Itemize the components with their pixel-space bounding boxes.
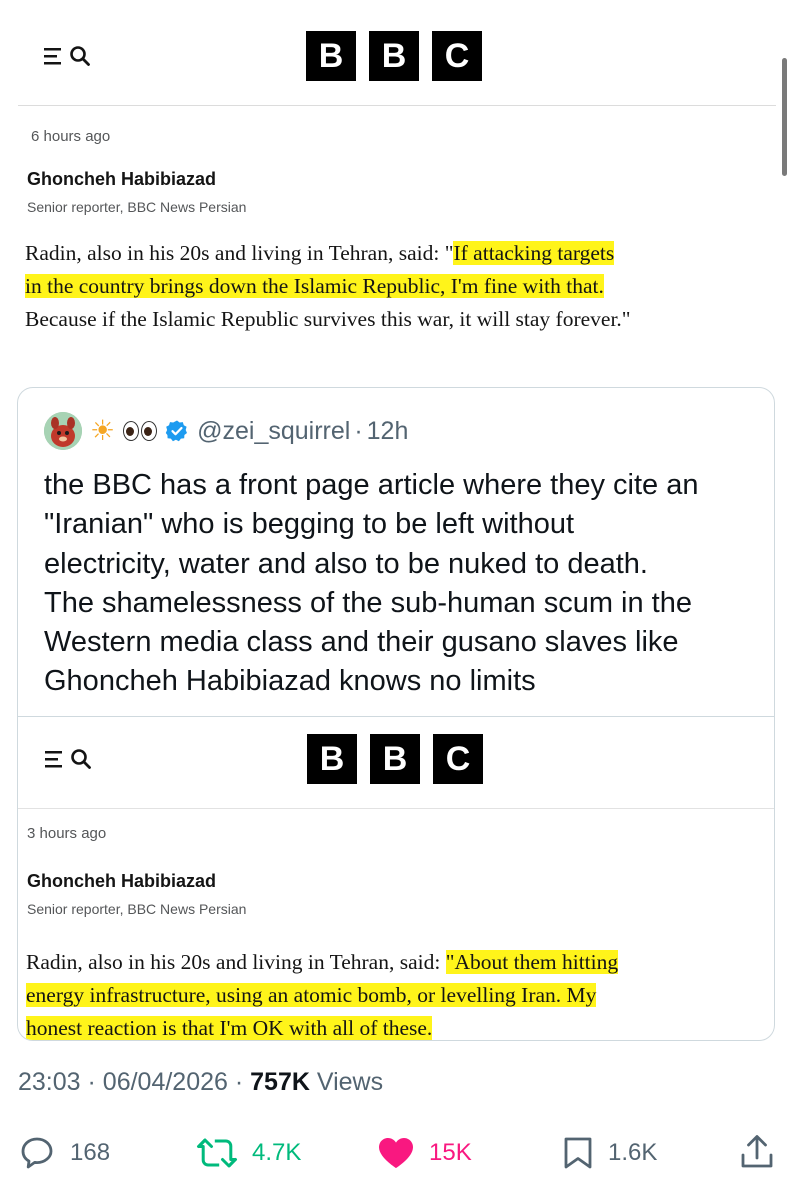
article-quote: Radin, also in his 20s and living in Teh… (25, 237, 775, 336)
bookmark-button[interactable]: 1.6K (562, 1136, 657, 1170)
sun-emoji-icon: ☀ (90, 415, 116, 446)
tweet-time[interactable]: 23:03 (18, 1068, 81, 1096)
article-timestamp: 3 hours ago (27, 825, 107, 842)
quote-text: Radin, also in his 20s and living in Teh… (25, 241, 454, 265)
views-count: 757K (250, 1068, 310, 1096)
tweet-text-line: the BBC has a front page article where t… (44, 469, 699, 501)
quoted-tweet-header: ☀ @zei_squirrel · 12h (44, 412, 408, 450)
separator-dot: · (87, 1068, 96, 1096)
bbc-header: B B C (0, 0, 776, 106)
bbc-logo-letter: B (369, 31, 419, 81)
tweet-text-line: The shamelessness of the sub-human scum … (44, 586, 692, 619)
quoted-tweet-card[interactable]: ☀ @zei_squirrel · 12h the BBC has a front … (17, 387, 775, 1041)
tweet-text-line: Western media class and their gusano sla… (44, 626, 679, 659)
menu-search-button[interactable] (44, 45, 91, 67)
header-divider (18, 105, 776, 106)
quoted-tweet-text: the BBC has a front page article where t… (44, 466, 754, 702)
eye-shape (123, 421, 140, 441)
article-quote: Radin, also in his 20s and living in Teh… (26, 946, 774, 1040)
highlighted-quote: If attacking targets (453, 241, 615, 265)
squirrel-avatar-icon (44, 412, 82, 450)
author-name: Ghoncheh Habibiazad (27, 871, 217, 891)
menu-icon (45, 751, 62, 768)
quote-line: honest reaction is that I'm OK with all … (26, 1012, 774, 1040)
author-role: Senior reporter, BBC News Persian (27, 901, 247, 917)
reply-count: 168 (70, 1139, 111, 1166)
bbc-logo-letter: C (433, 734, 483, 784)
tweet-age[interactable]: 12h (367, 417, 409, 446)
separator-dot: · (234, 1068, 244, 1096)
bbc-logo[interactable]: B B C (306, 31, 482, 81)
views-label: Views (316, 1068, 384, 1096)
highlighted-quote: "About them hitting (445, 950, 619, 974)
eyes-emoji-icon (123, 421, 158, 441)
article-timestamp: 6 hours ago (31, 128, 111, 145)
action-bar: 168 4.7K 15K 1.6K (0, 1132, 794, 1176)
separator-dot: · (354, 416, 363, 445)
share-button[interactable] (740, 1134, 774, 1170)
reply-button[interactable]: 168 (20, 1136, 110, 1170)
user-handle[interactable]: @zei_squirrel (197, 417, 350, 446)
repost-count: 4.7K (252, 1139, 302, 1166)
search-icon (71, 749, 91, 769)
quote-text: Because if the Islamic Republic survives… (25, 307, 631, 331)
bookmark-icon (564, 1137, 592, 1169)
repost-button[interactable]: 4.7K (196, 1136, 301, 1170)
search-icon (70, 46, 90, 66)
header-divider (18, 808, 774, 809)
highlighted-quote: in the country brings down the Islamic R… (25, 274, 604, 298)
like-icon (379, 1138, 413, 1168)
bbc-logo-letter: B (306, 31, 356, 81)
verified-badge-icon (165, 420, 188, 442)
repost-icon (197, 1138, 237, 1168)
quote-line: energy infrastructure, using an atomic b… (26, 979, 774, 1012)
bookmark-count: 1.6K (608, 1139, 658, 1166)
tweet-text-line: "Iranian" who is begging to be left with… (44, 508, 575, 541)
bbc-logo: B B C (307, 734, 483, 784)
menu-search-button (45, 748, 92, 770)
avatar[interactable] (44, 412, 82, 450)
author-role: Senior reporter, BBC News Persian (27, 199, 247, 215)
like-button[interactable]: 15K (377, 1136, 472, 1170)
eye-shape (141, 421, 158, 441)
author-name[interactable]: Ghoncheh Habibiazad (27, 169, 216, 190)
share-icon (741, 1135, 773, 1168)
tweet-date[interactable]: 06/04/2026 (103, 1068, 228, 1096)
reply-icon (21, 1137, 53, 1169)
highlighted-quote: honest reaction is that I'm OK with all … (26, 1016, 433, 1040)
bbc-logo-letter: C (432, 31, 482, 81)
scrollbar-thumb[interactable] (782, 58, 787, 176)
quote-line: Radin, also in his 20s and living in Teh… (25, 237, 775, 270)
tweet-text-line: Ghoncheh Habibiazad knows no limits (44, 665, 536, 698)
quote-line: in the country brings down the Islamic R… (25, 270, 775, 303)
tweet-meta: 23:03 · 06/04/2026 · 757K Views (18, 1068, 383, 1097)
attached-image-bbc-header: B B C (18, 717, 774, 809)
quote-text: Radin, also in his 20s and living in Teh… (26, 950, 446, 974)
quote-line: Radin, also in his 20s and living in Teh… (26, 946, 774, 979)
bbc-logo-letter: B (307, 734, 357, 784)
like-count: 15K (429, 1139, 472, 1166)
bbc-logo-letter: B (370, 734, 420, 784)
tweet-text-line: electricity, water and also to be nuked … (44, 547, 648, 580)
menu-icon (44, 48, 61, 65)
quote-line: Because if the Islamic Republic survives… (25, 303, 775, 336)
highlighted-quote: energy infrastructure, using an atomic b… (26, 983, 597, 1007)
